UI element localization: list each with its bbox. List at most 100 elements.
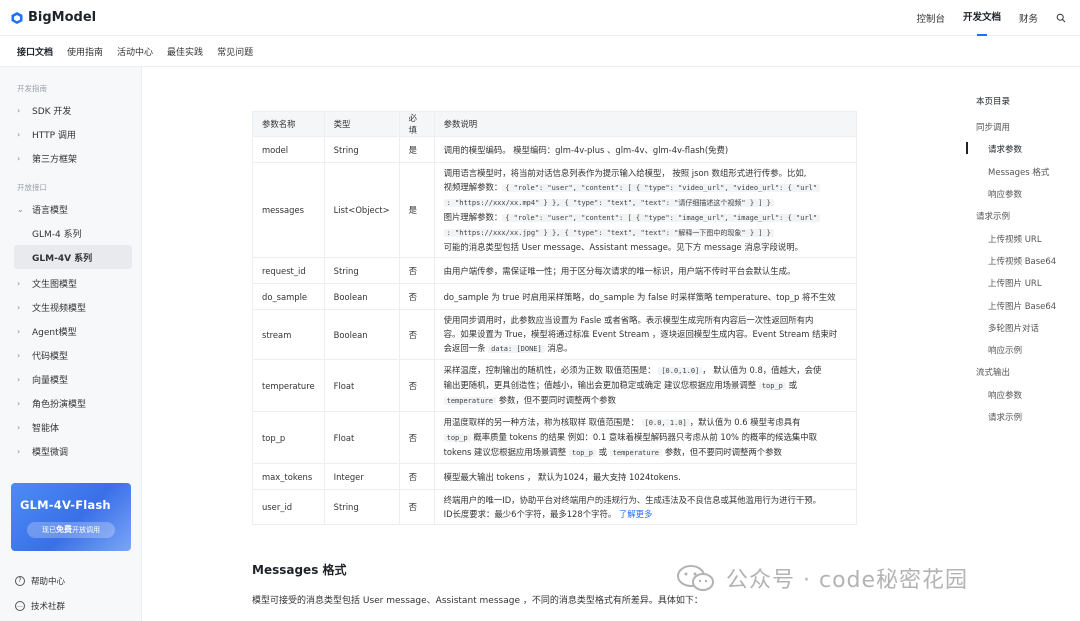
sidebar-item-label: HTTP 调用 — [32, 130, 76, 141]
tab-best-practice[interactable]: 最佳实践 — [167, 45, 203, 58]
top-bar: BigModel 控制台 开发文档 财务 — [0, 0, 1080, 36]
desc-line: temperature 参数，但不要同时调整两个参数 — [443, 393, 847, 408]
learn-more-link[interactable]: 了解更多 — [619, 509, 653, 519]
desc-line: tokens 建议您根据应用场景调整 top_p 或 temperature 参… — [444, 445, 847, 460]
table-row: top_p Float 否 用温度取样的另一种方法，称为核取样 取值范围是： [… — [252, 411, 858, 464]
toc-item[interactable]: 上传视频 URL — [988, 233, 1042, 245]
params-table: 参数名称 类型 必填 参数说明 model String 是 调用的模型编码。 … — [252, 111, 858, 525]
toc-item[interactable]: 流式输出 — [976, 366, 1010, 378]
param-type: Integer — [323, 463, 400, 490]
toc-item[interactable]: 上传视频 Base64 — [988, 255, 1056, 267]
param-desc: 用温度取样的另一种方法，称为核取样 取值范围是： [0.0, 1.0] ，默认值为… — [433, 411, 858, 464]
param-required: 是 — [398, 162, 435, 258]
desc-text: 用温度取样的另一种方法，称为核取样 取值范围是： — [443, 417, 639, 427]
desc-text: 采样温度，控制输出的随机性，必须为正数 取值范围是： — [443, 365, 656, 375]
sidebar-item-label: Agent模型 — [32, 327, 77, 338]
sidebar-item-video-gen[interactable]: › 文生视频模型 — [0, 295, 141, 319]
desc-line: 输出更随机，更具创造性；值越小，输出会更加稳定或确定 建议您根据应用场景调整 t… — [444, 378, 847, 393]
desc-line: 采样温度，控制输出的随机性，必须为正数 取值范围是： [0.0,1.0]， 默认… — [444, 363, 847, 378]
help-center-link[interactable]: ? 帮助中心 — [15, 575, 65, 587]
sidebar-item-label: 模型微调 — [32, 447, 69, 458]
col-header-required: 必填 — [398, 111, 435, 137]
toc-item[interactable]: 请求示例 — [988, 411, 1022, 423]
param-desc: 采样温度，控制输出的随机性，必须为正数 取值范围是： [0.0,1.0]， 默认… — [433, 359, 858, 412]
param-required: 否 — [398, 283, 435, 310]
code-snippet: [0.0, 1.0] — [641, 419, 690, 427]
desc-line: : "https://xxx/xx.mp4" } }, { "type": "t… — [443, 195, 847, 210]
tab-events[interactable]: 活动中心 — [117, 45, 153, 58]
sidebar-item-language-model[interactable]: ⌄ 语言模型 — [0, 197, 141, 221]
param-type: Float — [323, 411, 400, 464]
logo[interactable]: BigModel — [10, 10, 96, 25]
toc-item[interactable]: 响应示例 — [988, 344, 1022, 356]
chevron-right-icon: › — [17, 278, 21, 288]
desc-text: 或 — [598, 447, 607, 457]
promo-banner[interactable]: GLM-4V-Flash 现已免费开放调用 — [11, 483, 131, 551]
param-name: do_sample — [252, 283, 325, 310]
table-header: 参数名称 类型 必填 参数说明 — [252, 111, 858, 137]
banner-subtitle: 现已免费开放调用 — [27, 522, 115, 538]
toc-item[interactable]: 响应参数 — [988, 188, 1022, 200]
chevron-right-icon: › — [17, 302, 21, 312]
toc-item[interactable]: 上传图片 Base64 — [988, 300, 1056, 312]
nav-docs[interactable]: 开发文档 — [963, 0, 1001, 36]
sidebar-item-glm4[interactable]: GLM-4 系列 — [0, 221, 141, 245]
code-snippet: top_p — [443, 434, 471, 442]
toc-item[interactable]: 同步调用 — [976, 121, 1010, 133]
banner-subtitle-free: 免费 — [56, 525, 72, 534]
desc-line: 容。如果设置为 True，模型将通过标准 Event Stream ，逐块返回模… — [443, 329, 838, 339]
sidebar-item-agents[interactable]: › 智能体 — [0, 415, 141, 439]
sidebar-item-embedding[interactable]: › 向量模型 — [0, 367, 141, 391]
toc-item-active[interactable]: 请求参数 — [988, 143, 1022, 155]
sub-nav: 接口文档 使用指南 活动中心 最佳实践 常见问题 — [0, 36, 1080, 67]
sidebar-item-finetune[interactable]: › 模型微调 — [0, 439, 141, 463]
nav-console[interactable]: 控制台 — [916, 11, 945, 25]
help-center-label: 帮助中心 — [31, 577, 66, 587]
sidebar-item-glm4v[interactable]: GLM-4V 系列 — [14, 245, 132, 269]
sidebar-item-label: SDK 开发 — [32, 106, 72, 117]
chevron-right-icon: › — [17, 374, 21, 384]
toc-title: 本页目录 — [976, 97, 1011, 107]
sidebar-item-roleplay[interactable]: › 角色扮演模型 — [0, 391, 141, 415]
tab-faq[interactable]: 常见问题 — [217, 45, 253, 58]
desc-text: ID长度要求：最少6个字符，最多128个字符。 — [443, 509, 617, 519]
desc-text: tokens 建议您根据应用场景调整 — [443, 447, 567, 457]
sidebar-item-third-party[interactable]: › 第三方框架 — [0, 146, 141, 170]
toc-item[interactable]: 多轮图片对话 — [988, 322, 1039, 334]
toc-active-indicator — [966, 142, 968, 154]
param-desc: 由用户端传参，需保证唯一性；用于区分每次请求的唯一标识，用户端不传时平台会默认生… — [433, 257, 858, 284]
table-row: do_sample Boolean 否 do_sample 为 true 时启用… — [252, 283, 858, 310]
toc-item[interactable]: 请求示例 — [976, 210, 1010, 222]
desc-text: 会返回一条 — [443, 343, 486, 353]
param-desc: 调用语言模型时，将当前对话信息列表作为提示输入给模型， 按照 json 数组形式… — [433, 162, 858, 258]
param-name: request_id — [252, 257, 325, 284]
toc-item[interactable]: 上传图片 URL — [988, 277, 1042, 289]
tab-api-docs[interactable]: 接口文档 — [17, 45, 53, 58]
sidebar-item-code[interactable]: › 代码模型 — [0, 343, 141, 367]
toc-item[interactable]: Messages 格式 — [988, 166, 1049, 178]
desc-line: 用温度取样的另一种方法，称为核取样 取值范围是： [0.0, 1.0] ，默认值为… — [444, 415, 847, 430]
toc-item[interactable]: 响应参数 — [988, 389, 1022, 401]
desc-text: 消息。 — [547, 343, 573, 353]
community-link[interactable]: … 技术社群 — [15, 600, 65, 612]
bigmodel-logo-icon — [11, 11, 23, 24]
nav-finance[interactable]: 财务 — [1019, 11, 1038, 25]
banner-subtitle-a: 现已 — [42, 526, 56, 534]
sidebar-item-image-gen[interactable]: › 文生图模型 — [0, 271, 141, 295]
sidebar-item-agent[interactable]: › Agent模型 — [0, 319, 141, 343]
search-icon[interactable] — [1056, 13, 1066, 23]
param-type: Float — [323, 359, 400, 412]
tab-guide[interactable]: 使用指南 — [67, 45, 103, 58]
desc-text: 视频理解参数： — [443, 182, 503, 192]
table-row: model String 是 调用的模型编码。 模型编码：glm-4v-plus… — [252, 136, 858, 163]
watermark: 公众号 · code秘密花园 — [676, 562, 968, 594]
desc-line: 调用语言模型时，将当前对话信息列表作为提示输入给模型， 按照 json 数组形式… — [443, 168, 807, 178]
sidebar-item-label: 智能体 — [32, 423, 60, 434]
sidebar-item-http[interactable]: › HTTP 调用 — [0, 122, 141, 146]
chevron-right-icon: › — [17, 105, 21, 115]
param-type: String — [323, 257, 400, 284]
chevron-right-icon: › — [17, 350, 21, 360]
desc-text: 或 — [788, 380, 797, 390]
param-desc: do_sample 为 true 时启用采样策略，do_sample 为 fal… — [433, 283, 858, 310]
sidebar-item-sdk[interactable]: › SDK 开发 — [0, 98, 141, 122]
